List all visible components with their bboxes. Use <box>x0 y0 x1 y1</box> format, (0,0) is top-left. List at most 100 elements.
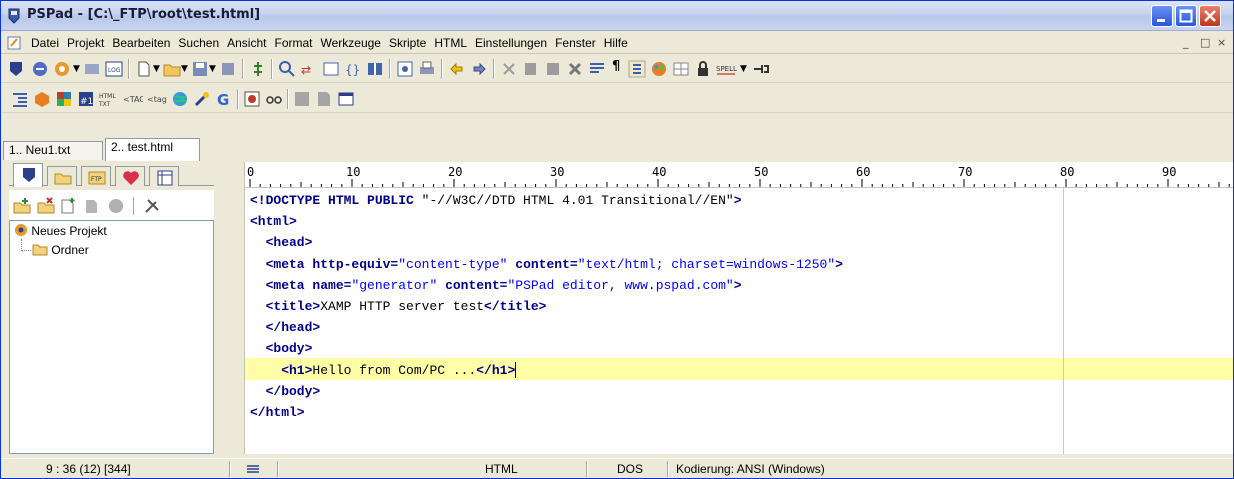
cut-icon[interactable] <box>500 60 518 78</box>
code-line[interactable]: <title>XAMP HTTP server test</title> <box>250 296 547 318</box>
remove-file-icon[interactable] <box>83 197 101 215</box>
code-line[interactable]: <meta name="generator" content="PSPad ed… <box>250 275 742 297</box>
preview-icon[interactable] <box>396 60 414 78</box>
svg-text:<TAG: <TAG <box>123 95 143 104</box>
code-line[interactable]: <!DOCTYPE HTML PUBLIC "-//W3C//DTD HTML … <box>250 190 742 212</box>
minimize-button[interactable] <box>1151 5 1173 27</box>
code-line[interactable]: <meta http-equiv="content-type" content=… <box>250 254 843 276</box>
syntax-mode[interactable]: HTML <box>485 461 518 477</box>
indent-icon[interactable] <box>11 90 29 108</box>
tag-icon[interactable]: <TAG <box>123 90 143 108</box>
code-token: > <box>733 193 742 208</box>
tab-test-html[interactable]: 2.. test.html <box>105 138 200 161</box>
menu-html[interactable]: HTML <box>430 35 471 51</box>
project-icon[interactable] <box>7 60 25 78</box>
mdi-minimize-button[interactable]: _ <box>1183 36 1189 49</box>
copy-icon[interactable] <box>522 60 540 78</box>
hash-icon[interactable]: #1 <box>77 90 95 108</box>
package-icon[interactable] <box>33 90 51 108</box>
stop-icon[interactable] <box>243 90 261 108</box>
tab-project[interactable] <box>13 163 43 187</box>
disabled-circle-icon[interactable] <box>107 197 125 215</box>
save-all-icon[interactable] <box>219 60 237 78</box>
color-picker-icon[interactable] <box>650 60 668 78</box>
menu-projekt[interactable]: Projekt <box>63 35 108 51</box>
remove-folder-icon[interactable] <box>37 197 55 215</box>
menu-skripte[interactable]: Skripte <box>385 35 430 51</box>
tag-lower-icon[interactable]: <tag <box>147 90 167 108</box>
table-icon[interactable] <box>672 60 690 78</box>
toolbar-separator <box>493 59 495 79</box>
ftp-icon[interactable] <box>83 60 101 78</box>
code-line[interactable]: <body> <box>250 338 313 360</box>
delete-icon[interactable] <box>566 60 584 78</box>
maximize-button[interactable] <box>1175 5 1197 27</box>
gray-file-icon[interactable] <box>315 90 333 108</box>
tab-favorites[interactable] <box>115 166 145 186</box>
color-grid-icon[interactable] <box>55 90 73 108</box>
new-folder-icon[interactable] <box>13 197 31 215</box>
find-files-icon[interactable] <box>322 60 340 78</box>
add-file-icon[interactable] <box>59 197 77 215</box>
html-to-text-icon[interactable]: HTMLTXT <box>99 90 119 108</box>
recent-projects-icon[interactable] <box>53 60 71 78</box>
glasses-icon[interactable] <box>265 90 283 108</box>
search-icon[interactable] <box>278 60 296 78</box>
menu-ansicht[interactable]: Ansicht <box>223 35 270 51</box>
brackets-icon[interactable]: {} <box>344 60 362 78</box>
code-line[interactable]: <head> <box>250 232 313 254</box>
pin-icon[interactable] <box>752 60 770 78</box>
menu-suchen[interactable]: Suchen <box>174 35 223 51</box>
column-mode-icon[interactable] <box>628 60 646 78</box>
print-icon[interactable] <box>418 60 436 78</box>
undo-icon[interactable] <box>448 60 466 78</box>
menu-datei[interactable]: Datei <box>27 35 63 51</box>
menu-werkzeuge[interactable]: Werkzeuge <box>317 35 385 51</box>
menu-format[interactable]: Format <box>270 35 316 51</box>
google-icon[interactable]: G <box>215 90 233 108</box>
menu-fenster[interactable]: Fenster <box>551 35 600 51</box>
code-explorer-icon[interactable] <box>249 60 267 78</box>
tab-ftp[interactable]: FTP <box>81 166 111 186</box>
save-icon[interactable] <box>191 60 209 78</box>
spell-check-icon[interactable]: SPELL <box>716 60 740 78</box>
editor-gutter[interactable] <box>219 162 245 454</box>
new-file-icon[interactable] <box>135 60 153 78</box>
menu-bearbeiten[interactable]: Bearbeiten <box>108 35 174 51</box>
code-line[interactable]: <h1>Hello from Com/PC ...</h1> <box>250 360 517 382</box>
gray-box-icon[interactable] <box>293 90 311 108</box>
open-project-icon[interactable] <box>31 60 49 78</box>
redo-icon[interactable] <box>470 60 488 78</box>
code-editor[interactable]: <!DOCTYPE HTML PUBLIC "-//W3C//DTD HTML … <box>245 188 1233 454</box>
code-line[interactable]: </html> <box>250 402 305 424</box>
window-icon[interactable] <box>337 90 355 108</box>
code-line[interactable]: <html> <box>250 211 297 233</box>
lock-icon[interactable] <box>694 60 712 78</box>
word-wrap-icon[interactable] <box>588 60 606 78</box>
tree-item-folder[interactable]: Ordner <box>32 242 89 257</box>
code-line[interactable]: </head> <box>250 317 321 339</box>
magic-wand-icon[interactable] <box>193 90 211 108</box>
tab-neu1-txt[interactable]: 1.. Neu1.txt <box>3 141 103 160</box>
title-bar[interactable]: PSPad - [C:\_FTP\root\test.html] <box>1 1 1233 31</box>
globe-icon[interactable] <box>171 90 189 108</box>
open-file-icon[interactable] <box>163 60 181 78</box>
encoding[interactable]: Kodierung: ANSI (Windows) <box>676 461 825 477</box>
tools-icon[interactable] <box>143 197 161 215</box>
menu-einstellungen[interactable]: Einstellungen <box>471 35 551 51</box>
toolbar-separator <box>441 59 443 79</box>
log-icon[interactable]: LOG <box>105 60 123 78</box>
paste-icon[interactable] <box>544 60 562 78</box>
replace-icon[interactable]: ⇄ <box>300 60 318 78</box>
menu-hilfe[interactable]: Hilfe <box>600 35 632 51</box>
line-end-icon[interactable] <box>245 461 261 477</box>
book-icon[interactable] <box>366 60 384 78</box>
mdi-close-button[interactable]: × <box>1217 36 1226 49</box>
code-line[interactable]: </body> <box>250 381 321 403</box>
tab-clips[interactable] <box>149 166 179 186</box>
tab-files[interactable] <box>47 166 77 186</box>
mdi-restore-button[interactable]: □ <box>1200 36 1210 49</box>
tree-item-project[interactable]: Neues Projekt <box>14 223 107 238</box>
line-ending-format[interactable]: DOS <box>617 461 643 477</box>
close-button[interactable] <box>1199 5 1221 27</box>
